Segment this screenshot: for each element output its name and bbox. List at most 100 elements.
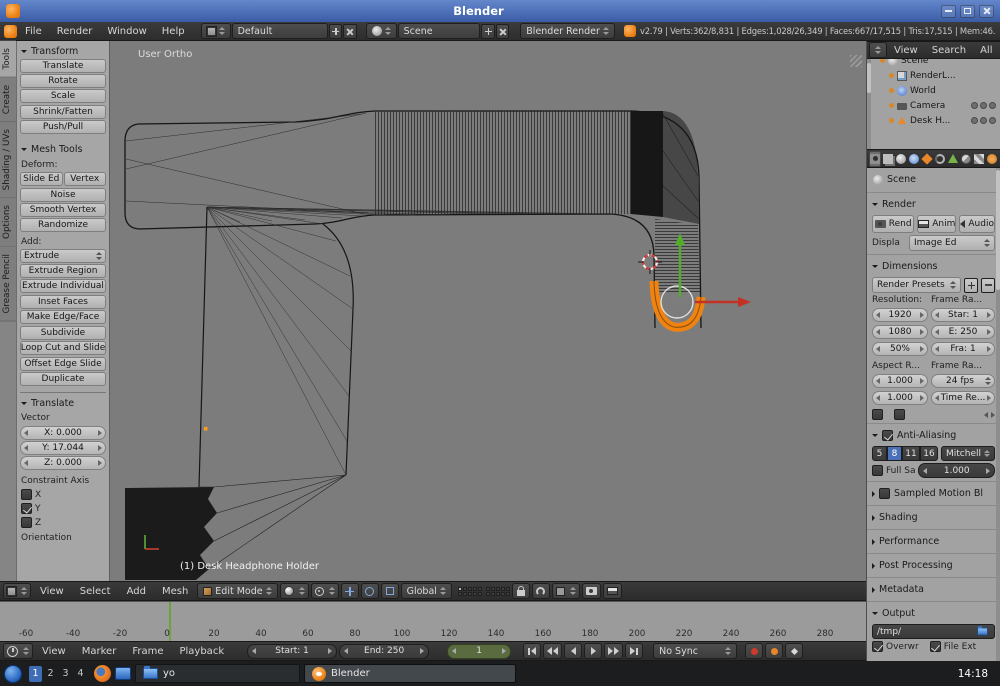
motion-blur-panel-header[interactable]: Sampled Motion Bl [867, 485, 1000, 502]
noise-button[interactable]: Noise [20, 188, 106, 202]
jump-to-next-keyframe-button[interactable] [604, 643, 623, 659]
decrement-arrow-icon[interactable] [24, 445, 28, 451]
opengl-render-button[interactable] [582, 583, 601, 599]
resolution-y-field[interactable]: 1080 [872, 325, 928, 339]
renderability-icon[interactable] [989, 117, 996, 124]
viewport-menu-view[interactable]: View [33, 586, 71, 597]
resolution-percent-field[interactable]: 50% [872, 342, 928, 356]
current-frame-field[interactable]: 1 [447, 644, 511, 659]
timeline-ruler[interactable]: -60 -40 -20 0 20 40 60 80 100 120 140 16… [0, 601, 866, 641]
rotate-button[interactable]: Rotate [20, 74, 106, 88]
output-path-field[interactable]: /tmp/ [872, 624, 995, 639]
transform-orientation-select[interactable]: Global [401, 583, 452, 599]
inset-faces-button[interactable]: Inset Faces [20, 295, 106, 309]
tab-texture[interactable] [973, 151, 985, 167]
resolution-x-field[interactable]: 1920 [872, 308, 928, 322]
workspace-3[interactable]: 3 [59, 666, 72, 682]
decrement-arrow-icon[interactable] [876, 395, 880, 401]
push-pull-button[interactable]: Push/Pull [20, 120, 106, 134]
taskbar-window-yo[interactable]: yo [135, 664, 300, 683]
decrement-arrow-icon[interactable] [452, 648, 456, 654]
post-processing-panel-header[interactable]: Post Processing [867, 557, 1000, 574]
outliner-item-scene[interactable]: Scene [867, 59, 1000, 68]
aa-samples-16-button[interactable]: 16 [920, 446, 938, 461]
timeline-menu-frame[interactable]: Frame [125, 646, 170, 657]
constraint-x-checkbox[interactable]: X [21, 489, 105, 500]
loop-cut-button[interactable]: Loop Cut and Slide [20, 341, 106, 355]
increment-arrow-icon[interactable] [420, 648, 424, 654]
increment-arrow-icon[interactable] [987, 346, 991, 352]
tab-tools[interactable]: Tools [0, 41, 16, 78]
overwrite-checkbox[interactable] [872, 641, 883, 652]
menu-render[interactable]: Render [50, 26, 100, 37]
manipulator-scale-button[interactable] [381, 583, 399, 599]
increment-arrow-icon[interactable] [98, 430, 102, 436]
timeline-menu-playback[interactable]: Playback [172, 646, 231, 657]
operator-panel-header[interactable]: Translate [20, 396, 106, 411]
extrude-menu-button[interactable]: Extrude [20, 249, 106, 263]
randomize-button[interactable]: Randomize [20, 218, 106, 232]
file-extensions-checkbox[interactable] [930, 641, 941, 652]
timeline-editor-type-button[interactable] [3, 643, 33, 659]
display-settings-icon[interactable] [115, 667, 131, 680]
workspace-4[interactable]: 4 [74, 666, 87, 682]
scene-select[interactable]: Scene [398, 23, 481, 39]
delete-layout-button[interactable] [343, 24, 356, 39]
smooth-vertex-button[interactable]: Smooth Vertex [20, 203, 106, 217]
frame-step-field[interactable]: Fra: 1 [931, 342, 995, 356]
tab-create[interactable]: Create [0, 78, 16, 122]
start-menu-button[interactable] [4, 665, 22, 683]
expand-dot-icon[interactable] [889, 73, 894, 78]
display-select[interactable]: Image Ed [909, 235, 995, 251]
increment-arrow-icon[interactable] [987, 395, 991, 401]
extrude-individual-button[interactable]: Extrude Individual [20, 279, 106, 293]
full-sample-checkbox[interactable] [872, 465, 883, 476]
decrement-arrow-icon[interactable] [876, 329, 880, 335]
workspace-1[interactable]: 1 [29, 666, 42, 682]
decrement-arrow-icon[interactable] [24, 430, 28, 436]
mesh-tools-panel-header[interactable]: Mesh Tools [20, 142, 106, 157]
workspace-2[interactable]: 2 [44, 666, 57, 682]
expand-dot-icon[interactable] [889, 118, 894, 123]
sync-mode-select[interactable]: No Sync [653, 643, 737, 659]
constraint-y-checkbox[interactable]: Y [21, 503, 105, 514]
tab-scene[interactable] [895, 151, 907, 167]
snap-toggle-button[interactable] [532, 583, 550, 599]
performance-panel-header[interactable]: Performance [867, 533, 1000, 550]
decrement-arrow-icon[interactable] [935, 329, 939, 335]
window-titlebar[interactable]: Blender [0, 0, 1000, 22]
decrement-arrow-icon[interactable] [923, 468, 927, 474]
offset-edge-slide-button[interactable]: Offset Edge Slide [20, 357, 106, 371]
tab-grease-pencil[interactable]: Grease Pencil [0, 247, 16, 322]
border-checkbox[interactable] [872, 409, 883, 420]
menu-help[interactable]: Help [155, 26, 192, 37]
aa-samples-5-button[interactable]: 5 [872, 446, 887, 461]
timeline-menu-view[interactable]: View [35, 646, 73, 657]
decrement-arrow-icon[interactable] [935, 346, 939, 352]
screen-layout-select[interactable]: Default [232, 23, 328, 39]
decrement-arrow-icon[interactable] [935, 312, 939, 318]
tab-shading-uvs[interactable]: Shading / UVs [0, 122, 16, 198]
manipulator-translate-button[interactable] [341, 583, 359, 599]
close-button[interactable] [979, 5, 994, 18]
jump-to-start-button[interactable] [523, 643, 541, 659]
frame-end-field[interactable]: E: 250 [931, 325, 995, 339]
tab-render[interactable] [869, 151, 881, 167]
tab-options[interactable]: Options [0, 198, 16, 247]
render-presets-select[interactable]: Render Presets [872, 277, 961, 293]
increment-arrow-icon[interactable] [920, 346, 924, 352]
visibility-icon[interactable] [971, 102, 978, 109]
editor-type-button[interactable] [3, 583, 31, 599]
render-button[interactable]: Rend [872, 215, 914, 233]
record-button[interactable] [745, 643, 763, 659]
time-remapping-field[interactable]: Time Re... [931, 391, 995, 405]
antialiasing-panel-header[interactable]: Anti-Aliasing [867, 427, 1000, 444]
outliner-menu-view[interactable]: View [887, 45, 925, 56]
decrement-arrow-icon[interactable] [876, 312, 880, 318]
viewport-resize-grip[interactable] [850, 55, 862, 67]
scale-button[interactable]: Scale [20, 89, 106, 103]
tab-world[interactable] [908, 151, 920, 167]
viewport-3d[interactable]: User Ortho (1) Desk Headphone Holder [110, 41, 866, 581]
render-panel-header[interactable]: Render [867, 196, 1000, 213]
translate-x-field[interactable]: X: 0.000 [20, 426, 106, 440]
